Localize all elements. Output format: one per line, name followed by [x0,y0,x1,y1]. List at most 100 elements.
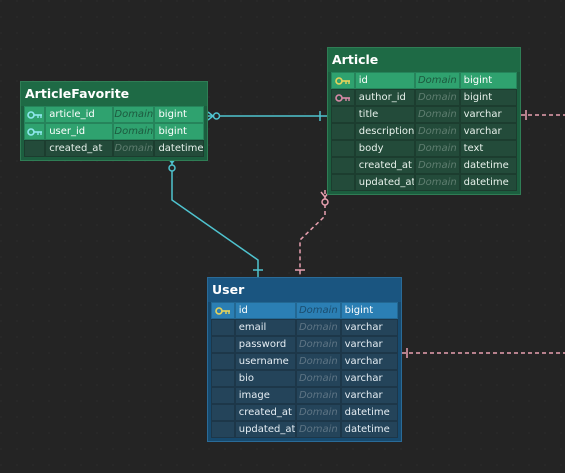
column-name: title [354,106,416,123]
table-title[interactable]: Article [328,48,520,72]
key-cell [211,319,235,336]
key-cell [211,336,235,353]
column-domain: Domain [296,319,341,336]
column-name: bio [234,370,297,387]
key-cell [211,353,235,370]
column-row-author-id[interactable]: author_id Domain bigint [331,89,517,106]
column-type: datetime [459,174,517,191]
column-domain: Domain [415,106,460,123]
column-type: datetime [340,421,398,438]
column-name: password [234,336,297,353]
column-row-id[interactable]: id Domain bigint [211,302,398,319]
column-type: datetime [459,157,517,174]
column-list: article_id Domain bigint user_id Domain bigin… [21,106,207,160]
column-row-password[interactable]: password Domain varchar [211,336,398,353]
foreign-key-icon [335,93,350,102]
column-type: bigint [154,106,204,123]
column-row-article-id[interactable]: article_id Domain bigint [24,106,204,123]
column-domain: Domain [113,140,155,157]
column-type: varchar [340,370,398,387]
table-article[interactable]: Article id Domain bigint author_id Domain big… [327,47,521,195]
column-type: bigint [154,123,204,140]
column-domain: Domain [296,404,341,421]
column-type: bigint [459,72,517,89]
column-type: varchar [340,319,398,336]
column-name: updated_at [354,174,416,191]
column-type: varchar [340,336,398,353]
column-name: body [354,140,416,157]
column-name: description [354,123,416,140]
column-type: varchar [340,387,398,404]
column-row-created-at[interactable]: created_at Domain datetime [211,404,398,421]
column-domain: Domain [296,302,341,319]
column-domain: Domain [296,370,341,387]
column-row-updated-at[interactable]: updated_at Domain datetime [331,174,517,191]
key-cell [331,140,355,157]
column-domain: Domain [415,174,460,191]
column-type: varchar [340,353,398,370]
column-type: varchar [459,106,517,123]
key-cell [211,421,235,438]
key-cell [331,157,355,174]
column-domain: Domain [296,421,341,438]
column-domain: Domain [415,123,460,140]
key-cell [211,404,235,421]
column-list: id Domain bigint email Domain varchar password… [208,302,401,441]
key-cell [211,370,235,387]
table-title[interactable]: ArticleFavorite [21,82,207,106]
column-domain: Domain [296,353,341,370]
column-name: author_id [354,89,416,106]
column-name: created_at [45,140,114,157]
primary-key-icon [215,306,230,315]
column-name: article_id [45,106,114,123]
column-row-updated-at[interactable]: updated_at Domain datetime [211,421,398,438]
column-row-username[interactable]: username Domain varchar [211,353,398,370]
column-row-created-at[interactable]: created_at Domain datetime [24,140,204,157]
key-cell [331,174,355,191]
column-row-description[interactable]: description Domain varchar [331,123,517,140]
column-row-id[interactable]: id Domain bigint [331,72,517,89]
column-domain: Domain [415,157,460,174]
key-cell [24,123,46,140]
column-name: id [234,302,297,319]
column-list: id Domain bigint author_id Domain bigint title… [328,72,520,194]
column-row-created-at[interactable]: created_at Domain datetime [331,157,517,174]
column-row-user-id[interactable]: user_id Domain bigint [24,123,204,140]
column-row-title[interactable]: title Domain varchar [331,106,517,123]
column-row-bio[interactable]: bio Domain varchar [211,370,398,387]
key-cell [331,89,355,106]
column-row-body[interactable]: body Domain text [331,140,517,157]
column-type: bigint [459,89,517,106]
key-cell [24,106,46,123]
key-cell [211,387,235,404]
column-name: created_at [234,404,297,421]
column-domain: Domain [415,140,460,157]
column-row-image[interactable]: image Domain varchar [211,387,398,404]
column-row-email[interactable]: email Domain varchar [211,319,398,336]
primary-foreign-key-icon [26,127,42,136]
column-type: datetime [340,404,398,421]
column-type: datetime [154,140,204,157]
column-domain: Domain [296,387,341,404]
primary-key-icon [335,76,350,85]
key-cell [331,123,355,140]
table-articlefavorite[interactable]: ArticleFavorite article_id Domain bigint us… [20,81,208,161]
table-user[interactable]: User id Domain bigint email Domain varchar pas… [207,277,402,442]
key-cell [211,302,235,319]
column-name: email [234,319,297,336]
primary-foreign-key-icon [26,110,42,119]
column-domain: Domain [113,123,155,140]
column-type: text [459,140,517,157]
key-cell [331,106,355,123]
column-domain: Domain [296,336,341,353]
column-type: varchar [459,123,517,140]
column-name: username [234,353,297,370]
table-title[interactable]: User [208,278,401,302]
column-type: bigint [340,302,398,319]
column-domain: Domain [113,106,155,123]
column-domain: Domain [415,72,460,89]
key-cell [331,72,355,89]
key-cell [24,140,46,157]
column-domain: Domain [415,89,460,106]
column-name: user_id [45,123,114,140]
